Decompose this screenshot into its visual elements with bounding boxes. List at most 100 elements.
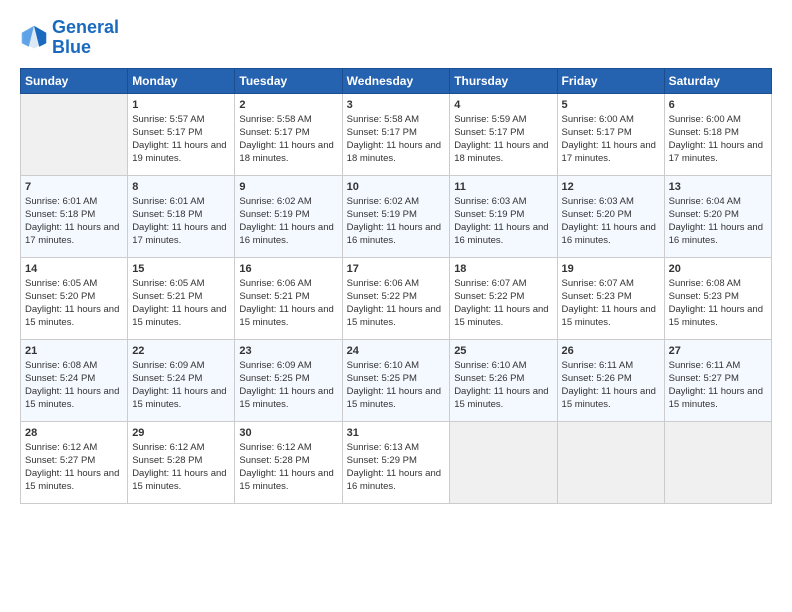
day-number: 18 — [454, 262, 552, 277]
day-number: 2 — [239, 98, 337, 113]
day-number: 25 — [454, 344, 552, 359]
day-info: Sunrise: 6:00 AMSunset: 5:18 PMDaylight:… — [669, 114, 763, 163]
day-number: 3 — [347, 98, 446, 113]
day-number: 11 — [454, 180, 552, 195]
day-info: Sunrise: 6:13 AMSunset: 5:29 PMDaylight:… — [347, 442, 441, 491]
day-info: Sunrise: 6:11 AMSunset: 5:27 PMDaylight:… — [669, 360, 763, 409]
day-info: Sunrise: 5:59 AMSunset: 5:17 PMDaylight:… — [454, 114, 548, 163]
calendar-cell: 17Sunrise: 6:06 AMSunset: 5:22 PMDayligh… — [342, 257, 450, 339]
calendar-cell — [664, 421, 771, 503]
day-number: 8 — [132, 180, 230, 195]
day-number: 7 — [25, 180, 123, 195]
day-info: Sunrise: 6:08 AMSunset: 5:24 PMDaylight:… — [25, 360, 119, 409]
day-info: Sunrise: 6:09 AMSunset: 5:25 PMDaylight:… — [239, 360, 333, 409]
day-info: Sunrise: 6:02 AMSunset: 5:19 PMDaylight:… — [239, 196, 333, 245]
day-info: Sunrise: 6:10 AMSunset: 5:25 PMDaylight:… — [347, 360, 441, 409]
day-info: Sunrise: 5:58 AMSunset: 5:17 PMDaylight:… — [239, 114, 333, 163]
logo: General Blue — [20, 18, 119, 58]
calendar-cell: 10Sunrise: 6:02 AMSunset: 5:19 PMDayligh… — [342, 175, 450, 257]
day-info: Sunrise: 6:12 AMSunset: 5:28 PMDaylight:… — [239, 442, 333, 491]
calendar-cell: 15Sunrise: 6:05 AMSunset: 5:21 PMDayligh… — [128, 257, 235, 339]
day-number: 30 — [239, 426, 337, 441]
calendar-body: 1Sunrise: 5:57 AMSunset: 5:17 PMDaylight… — [21, 93, 772, 503]
calendar-cell: 25Sunrise: 6:10 AMSunset: 5:26 PMDayligh… — [450, 339, 557, 421]
day-info: Sunrise: 6:05 AMSunset: 5:20 PMDaylight:… — [25, 278, 119, 327]
day-number: 12 — [562, 180, 660, 195]
day-number: 23 — [239, 344, 337, 359]
calendar-cell: 4Sunrise: 5:59 AMSunset: 5:17 PMDaylight… — [450, 93, 557, 175]
day-info: Sunrise: 6:08 AMSunset: 5:23 PMDaylight:… — [669, 278, 763, 327]
day-info: Sunrise: 6:01 AMSunset: 5:18 PMDaylight:… — [25, 196, 119, 245]
calendar-cell — [21, 93, 128, 175]
calendar-cell: 22Sunrise: 6:09 AMSunset: 5:24 PMDayligh… — [128, 339, 235, 421]
calendar-cell: 7Sunrise: 6:01 AMSunset: 5:18 PMDaylight… — [21, 175, 128, 257]
calendar-week-4: 28Sunrise: 6:12 AMSunset: 5:27 PMDayligh… — [21, 421, 772, 503]
calendar-cell: 24Sunrise: 6:10 AMSunset: 5:25 PMDayligh… — [342, 339, 450, 421]
header-cell-wednesday: Wednesday — [342, 68, 450, 93]
calendar-cell: 28Sunrise: 6:12 AMSunset: 5:27 PMDayligh… — [21, 421, 128, 503]
day-number: 20 — [669, 262, 767, 277]
day-number: 24 — [347, 344, 446, 359]
calendar-cell: 5Sunrise: 6:00 AMSunset: 5:17 PMDaylight… — [557, 93, 664, 175]
day-number: 14 — [25, 262, 123, 277]
day-number: 27 — [669, 344, 767, 359]
day-info: Sunrise: 6:06 AMSunset: 5:22 PMDaylight:… — [347, 278, 441, 327]
calendar-week-0: 1Sunrise: 5:57 AMSunset: 5:17 PMDaylight… — [21, 93, 772, 175]
calendar-cell — [557, 421, 664, 503]
calendar-cell: 1Sunrise: 5:57 AMSunset: 5:17 PMDaylight… — [128, 93, 235, 175]
calendar-cell: 29Sunrise: 6:12 AMSunset: 5:28 PMDayligh… — [128, 421, 235, 503]
day-info: Sunrise: 6:11 AMSunset: 5:26 PMDaylight:… — [562, 360, 656, 409]
calendar-cell — [450, 421, 557, 503]
calendar-cell: 30Sunrise: 6:12 AMSunset: 5:28 PMDayligh… — [235, 421, 342, 503]
day-number: 6 — [669, 98, 767, 113]
day-number: 13 — [669, 180, 767, 195]
header-cell-monday: Monday — [128, 68, 235, 93]
day-number: 15 — [132, 262, 230, 277]
day-info: Sunrise: 6:07 AMSunset: 5:22 PMDaylight:… — [454, 278, 548, 327]
day-number: 22 — [132, 344, 230, 359]
calendar-cell: 8Sunrise: 6:01 AMSunset: 5:18 PMDaylight… — [128, 175, 235, 257]
calendar-cell: 9Sunrise: 6:02 AMSunset: 5:19 PMDaylight… — [235, 175, 342, 257]
day-number: 28 — [25, 426, 123, 441]
calendar-cell: 18Sunrise: 6:07 AMSunset: 5:22 PMDayligh… — [450, 257, 557, 339]
day-info: Sunrise: 6:07 AMSunset: 5:23 PMDaylight:… — [562, 278, 656, 327]
day-info: Sunrise: 6:09 AMSunset: 5:24 PMDaylight:… — [132, 360, 226, 409]
day-info: Sunrise: 6:03 AMSunset: 5:20 PMDaylight:… — [562, 196, 656, 245]
calendar-cell: 11Sunrise: 6:03 AMSunset: 5:19 PMDayligh… — [450, 175, 557, 257]
day-info: Sunrise: 5:57 AMSunset: 5:17 PMDaylight:… — [132, 114, 226, 163]
day-number: 29 — [132, 426, 230, 441]
header-cell-tuesday: Tuesday — [235, 68, 342, 93]
calendar-cell: 20Sunrise: 6:08 AMSunset: 5:23 PMDayligh… — [664, 257, 771, 339]
logo-icon — [20, 24, 48, 52]
calendar-table: SundayMondayTuesdayWednesdayThursdayFrid… — [20, 68, 772, 504]
day-info: Sunrise: 6:12 AMSunset: 5:28 PMDaylight:… — [132, 442, 226, 491]
day-info: Sunrise: 6:02 AMSunset: 5:19 PMDaylight:… — [347, 196, 441, 245]
calendar-week-1: 7Sunrise: 6:01 AMSunset: 5:18 PMDaylight… — [21, 175, 772, 257]
header-cell-sunday: Sunday — [21, 68, 128, 93]
header: General Blue — [20, 18, 772, 58]
calendar-cell: 31Sunrise: 6:13 AMSunset: 5:29 PMDayligh… — [342, 421, 450, 503]
day-info: Sunrise: 6:06 AMSunset: 5:21 PMDaylight:… — [239, 278, 333, 327]
header-cell-thursday: Thursday — [450, 68, 557, 93]
day-info: Sunrise: 6:05 AMSunset: 5:21 PMDaylight:… — [132, 278, 226, 327]
calendar-header-row: SundayMondayTuesdayWednesdayThursdayFrid… — [21, 68, 772, 93]
calendar-cell: 27Sunrise: 6:11 AMSunset: 5:27 PMDayligh… — [664, 339, 771, 421]
calendar-cell: 19Sunrise: 6:07 AMSunset: 5:23 PMDayligh… — [557, 257, 664, 339]
day-number: 5 — [562, 98, 660, 113]
header-cell-friday: Friday — [557, 68, 664, 93]
day-info: Sunrise: 6:10 AMSunset: 5:26 PMDaylight:… — [454, 360, 548, 409]
calendar-cell: 26Sunrise: 6:11 AMSunset: 5:26 PMDayligh… — [557, 339, 664, 421]
day-info: Sunrise: 6:00 AMSunset: 5:17 PMDaylight:… — [562, 114, 656, 163]
day-info: Sunrise: 6:12 AMSunset: 5:27 PMDaylight:… — [25, 442, 119, 491]
page-container: General Blue SundayMondayTuesdayWednesda… — [0, 0, 792, 514]
day-info: Sunrise: 5:58 AMSunset: 5:17 PMDaylight:… — [347, 114, 441, 163]
day-number: 19 — [562, 262, 660, 277]
day-info: Sunrise: 6:01 AMSunset: 5:18 PMDaylight:… — [132, 196, 226, 245]
header-cell-saturday: Saturday — [664, 68, 771, 93]
logo-text: General Blue — [52, 18, 119, 58]
calendar-cell: 13Sunrise: 6:04 AMSunset: 5:20 PMDayligh… — [664, 175, 771, 257]
day-number: 31 — [347, 426, 446, 441]
day-number: 10 — [347, 180, 446, 195]
day-info: Sunrise: 6:03 AMSunset: 5:19 PMDaylight:… — [454, 196, 548, 245]
day-number: 9 — [239, 180, 337, 195]
